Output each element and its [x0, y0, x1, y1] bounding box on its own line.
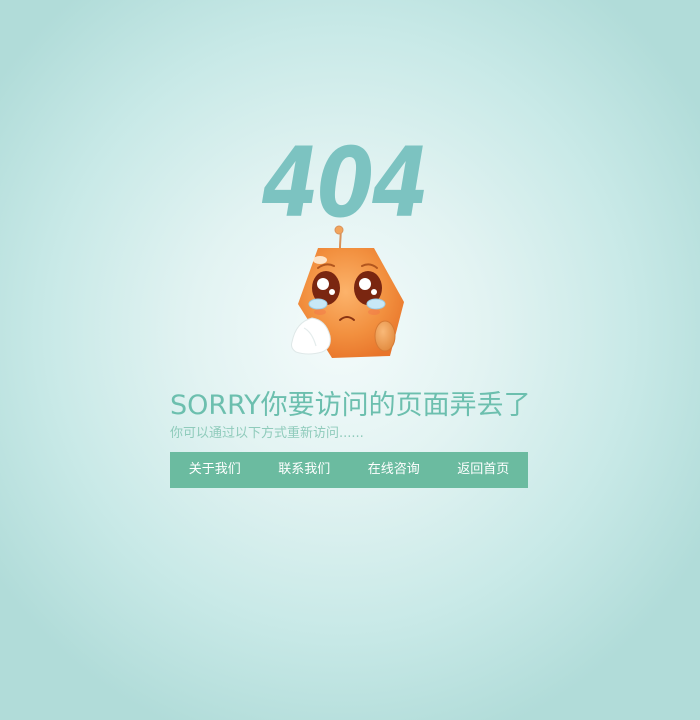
nav-link-contact[interactable]: 联系我们: [260, 452, 350, 488]
error-code: 404: [262, 127, 429, 239]
page-title: SORRY你要访问的页面弄丢了: [170, 390, 531, 421]
nav-link-home[interactable]: 返回首页: [439, 452, 529, 488]
crying-mascot-icon: [291, 225, 404, 358]
nav-link-consult[interactable]: 在线咨询: [349, 452, 439, 488]
nav-link-about[interactable]: 关于我们: [170, 452, 260, 488]
page-subtitle: 你可以通过以下方式重新访问......: [170, 426, 364, 441]
nav-bar: 关于我们 联系我们 在线咨询 返回首页: [170, 452, 528, 488]
